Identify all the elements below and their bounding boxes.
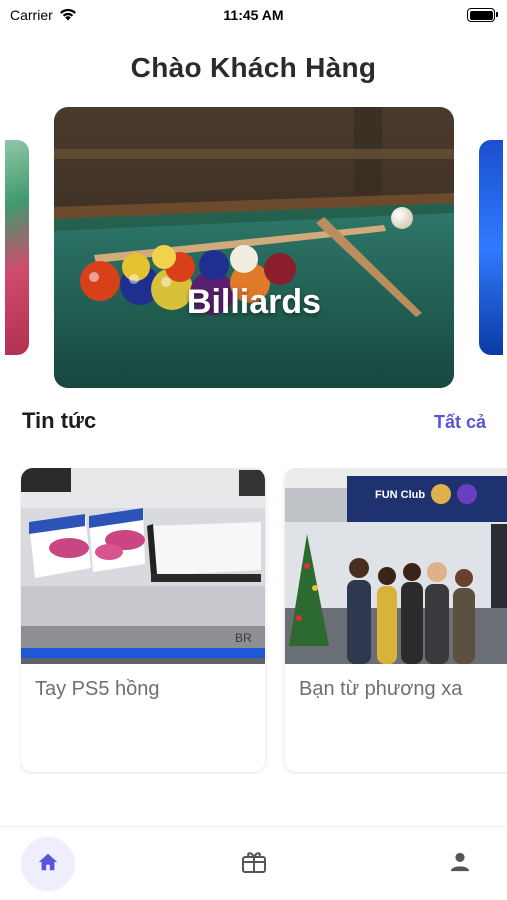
page-title: Chào Khách Hàng <box>130 52 377 83</box>
tab-bar <box>0 826 507 900</box>
wifi-icon <box>59 7 77 24</box>
news-section-title: Tin tức <box>22 408 97 433</box>
news-header: Tin tức Tất cả <box>22 408 486 434</box>
status-left: Carrier <box>10 7 77 24</box>
svg-text:BR: BR <box>235 631 252 645</box>
category-carousel[interactable]: Billiards <box>0 107 507 388</box>
carousel-card-next[interactable] <box>479 140 503 355</box>
news-image-visitors: FUN Club <box>285 468 507 664</box>
billiards-image <box>54 107 454 388</box>
news-image-ps5: BR <box>21 468 265 664</box>
carousel-card-label: Billiards <box>186 283 322 321</box>
view-all-link[interactable]: Tất cả <box>434 412 486 433</box>
battery-icon <box>467 8 498 22</box>
carousel-card-previous[interactable] <box>5 140 29 355</box>
carousel-card-billiards[interactable]: Billiards <box>54 107 454 388</box>
tab-rewards[interactable] <box>227 837 281 891</box>
carrier-label: Carrier <box>10 7 53 23</box>
news-caption: Tay PS5 hồng <box>35 678 160 700</box>
gift-icon <box>241 849 267 880</box>
tab-profile[interactable] <box>433 837 487 891</box>
tab-home[interactable] <box>21 837 75 891</box>
news-card[interactable]: FUN Club Bạn từ phương xa <box>285 468 507 772</box>
news-list[interactable]: BR Tay PS5 hồng FUN Club Bạn từ phương x… <box>20 468 507 774</box>
status-bar: Carrier 11:45 AM <box>0 0 507 30</box>
news-card[interactable]: BR Tay PS5 hồng <box>21 468 265 772</box>
home-icon <box>37 851 59 878</box>
news-caption: Bạn từ phương xa <box>299 678 463 700</box>
profile-icon <box>449 851 471 878</box>
sign-text: FUN Club <box>375 489 425 501</box>
